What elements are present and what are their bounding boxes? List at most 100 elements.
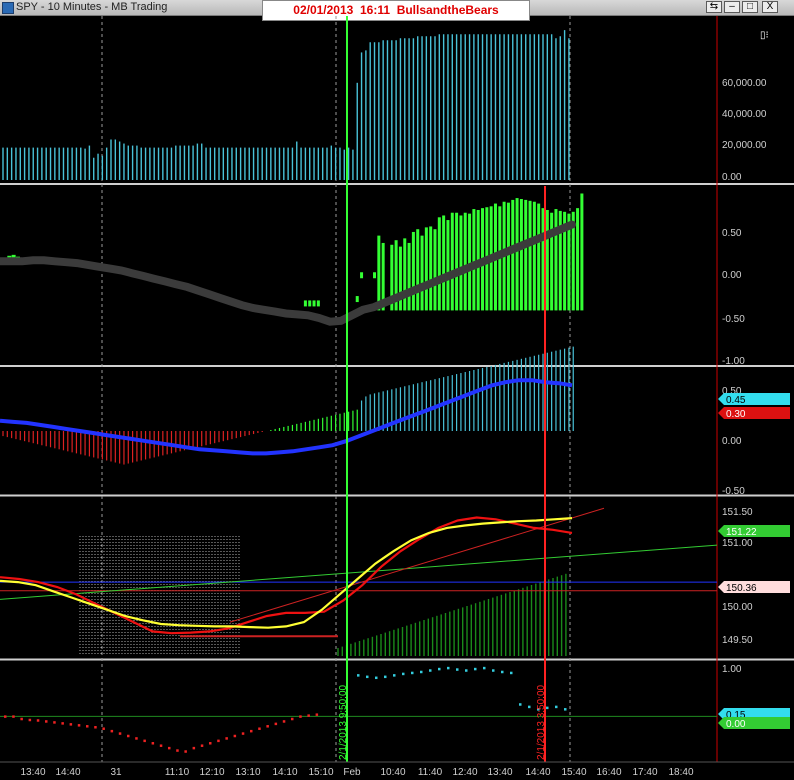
- red-dot: [250, 729, 253, 733]
- cyan-dot: [483, 666, 486, 670]
- y-tick-label: 0.00: [722, 270, 742, 281]
- histogram-bar: [576, 208, 580, 311]
- cyan-dot: [510, 671, 513, 675]
- red-dot: [135, 737, 138, 740]
- red-dot: [200, 744, 204, 747]
- red-dot: [127, 734, 130, 738]
- histogram-bar: [437, 217, 441, 311]
- red-dot: [143, 739, 146, 743]
- histogram-bar: [506, 202, 510, 311]
- x-tick-label: 14:40: [525, 767, 550, 778]
- y-tick-label: -0.50: [722, 486, 745, 497]
- histogram-bar: [468, 213, 472, 311]
- histogram-bar: [373, 272, 377, 279]
- histogram-bar: [316, 300, 320, 307]
- cyan-dot: [375, 676, 378, 680]
- red-dot: [53, 721, 56, 724]
- marker-label-green: 2/1/2013 9:50:00: [338, 684, 349, 760]
- red-dot: [217, 739, 220, 743]
- red-dot: [118, 732, 122, 735]
- histogram-bar: [355, 296, 359, 303]
- cyan-dot: [384, 675, 387, 679]
- y-tick-label: 149.50: [722, 635, 753, 646]
- red-dot: [282, 720, 286, 723]
- red-dot: [45, 720, 48, 723]
- red-dot: [233, 734, 237, 738]
- histogram-bar: [511, 199, 515, 311]
- histogram-bar: [398, 246, 402, 311]
- value-badge-label: 0.30: [726, 409, 746, 420]
- histogram-bar: [442, 215, 446, 311]
- cyan-dot: [447, 666, 450, 670]
- histogram-bar: [519, 198, 523, 311]
- red-dot: [151, 742, 155, 745]
- cyan-dot: [474, 667, 477, 671]
- y-tick-label: 0.00: [722, 436, 742, 447]
- red-dot: [315, 713, 319, 716]
- y-tick-label: 40,000.00: [722, 109, 767, 120]
- cyan-dot: [438, 667, 441, 671]
- x-tick-label: 12:40: [452, 767, 477, 778]
- red-dot: [102, 727, 105, 730]
- red-dot: [61, 722, 64, 725]
- red-dot: [291, 717, 294, 721]
- red-dot: [258, 727, 261, 730]
- cyan-dot: [564, 708, 567, 711]
- histogram-bar: [420, 235, 424, 311]
- histogram-bar: [463, 212, 467, 311]
- value-badge-label: 151.22: [726, 527, 757, 538]
- y-tick-label: 0.00: [722, 172, 742, 183]
- histogram-bar: [312, 300, 316, 307]
- histogram-bar: [580, 193, 584, 311]
- red-dot: [77, 724, 81, 727]
- cyan-dot: [528, 705, 531, 709]
- x-tick-label: 13:40: [20, 767, 45, 778]
- marker-label-red: 2/1/2013 3:50:00: [536, 684, 547, 760]
- cyan-dot: [456, 668, 459, 671]
- red-dot: [94, 726, 97, 729]
- y-tick-label: 150.00: [722, 602, 753, 613]
- x-tick-label: 17:40: [632, 767, 657, 778]
- x-tick-label: 12:10: [199, 767, 224, 778]
- trend-line-red: [229, 507, 605, 623]
- red-dot: [307, 714, 310, 717]
- cyan-dot: [411, 671, 414, 675]
- red-dot: [168, 746, 171, 750]
- histogram-bar: [433, 229, 437, 311]
- histogram-bar: [411, 231, 415, 311]
- histogram-bar: [515, 198, 519, 311]
- histogram-bar: [455, 212, 459, 311]
- x-tick-label: Feb: [343, 767, 361, 778]
- histogram-bar: [308, 300, 312, 307]
- x-tick-label: 15:10: [308, 767, 333, 778]
- histogram-bar: [377, 235, 381, 311]
- red-dot: [12, 715, 15, 718]
- histogram-bar: [429, 226, 433, 311]
- chart-area[interactable]: ▯⁝ 2/1/2013 9:50:00 2/1/2013 3:50:00 60,000…: [0, 0, 794, 780]
- histogram-bar: [528, 200, 532, 311]
- value-badge-label: 0.00: [726, 719, 746, 730]
- red-dot: [209, 742, 212, 745]
- x-tick-label: 16:40: [596, 767, 621, 778]
- y-tick-label: 20,000.00: [722, 140, 767, 151]
- histogram-bar: [537, 203, 541, 311]
- x-tick-label: 15:40: [561, 767, 586, 778]
- x-tick-label: 18:40: [668, 767, 693, 778]
- red-dot: [69, 723, 73, 726]
- panel-menu-icon: ▯⁝: [760, 30, 769, 41]
- red-dot: [176, 749, 179, 752]
- cyan-dot: [393, 674, 396, 677]
- histogram-bar: [450, 212, 454, 311]
- y-tick-label: 151.00: [722, 538, 753, 549]
- red-dot: [110, 729, 114, 733]
- histogram-bar: [545, 209, 549, 311]
- histogram-bar: [403, 238, 407, 311]
- red-dot: [184, 750, 187, 753]
- histogram-bar: [459, 215, 463, 311]
- histogram-bar: [532, 201, 536, 311]
- red-dot: [86, 725, 89, 728]
- x-tick-label: 13:10: [235, 767, 260, 778]
- red-dot: [299, 715, 302, 718]
- x-tick-label: 10:40: [380, 767, 405, 778]
- y-tick-label: 151.50: [722, 507, 753, 518]
